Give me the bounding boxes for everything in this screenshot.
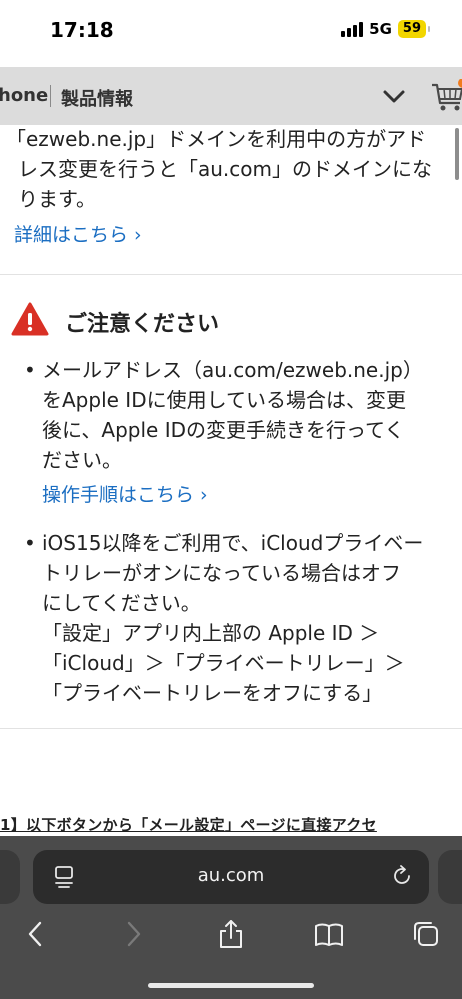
section-divider	[0, 728, 462, 729]
warning-icon	[11, 302, 49, 336]
procedure-link[interactable]: 操作手順はこちら ›	[42, 480, 208, 507]
cart-icon[interactable]	[430, 79, 462, 113]
details-link[interactable]: 詳細はこちら ›	[14, 220, 142, 247]
bullet-icloud-relay: iOS15以降をご利用で、iCloudプライベー トリレーがオンになっている場合…	[42, 528, 447, 708]
tabs-icon[interactable]	[410, 918, 442, 950]
share-icon[interactable]	[215, 918, 247, 950]
header-separator	[50, 85, 51, 107]
bullet-line: 後に、Apple IDの変更手続きを行ってく	[42, 418, 405, 442]
domain-change-notice: 「ezweb.ne.jp」ドメインを利用中の方がアド レス変更を行うと「au.c…	[6, 124, 452, 214]
back-icon[interactable]	[20, 918, 52, 950]
bullet-line: にしてください。	[42, 591, 201, 615]
header-brand[interactable]: hone	[0, 85, 48, 106]
bullet-point: •	[24, 531, 36, 555]
bullet-line: 「プライベートリレーをオフにする」	[42, 681, 383, 705]
bullet-line: トリレーがオンになっている場合はオフ	[42, 561, 401, 585]
signal-icon	[341, 21, 364, 37]
next-tab-preview[interactable]	[438, 850, 462, 904]
bullet-apple-id: メールアドレス（au.com/ezweb.ne.jp） をApple IDに使用…	[42, 355, 447, 475]
scrollbar[interactable]	[455, 128, 459, 180]
battery-nub	[428, 26, 430, 32]
notice-line: ります。	[18, 187, 96, 211]
notice-line: レス変更を行うと「au.com」のドメインにな	[18, 157, 433, 181]
bookmarks-icon[interactable]	[313, 918, 345, 950]
bullet-point: •	[24, 358, 36, 382]
network-label: 5G	[369, 20, 392, 38]
bullet-line: メールアドレス（au.com/ezweb.ne.jp）	[42, 358, 423, 382]
url-text[interactable]: au.com	[33, 865, 429, 886]
reload-icon[interactable]	[390, 864, 414, 888]
status-indicators: 5G 59	[341, 20, 430, 38]
header-section-title[interactable]: 製品情報	[61, 85, 133, 111]
battery-icon: 59	[397, 20, 426, 38]
section-divider	[0, 274, 462, 275]
bullet-line: をApple IDに使用している場合は、変更	[42, 388, 406, 412]
bullet-line: 「iCloud」＞「プライベートリレー」＞	[42, 651, 405, 675]
bullet-line: ださい。	[42, 448, 122, 472]
notice-line: 「ezweb.ne.jp」ドメインを利用中の方がアド	[6, 127, 427, 151]
status-time: 17:18	[50, 18, 114, 42]
status-bar: 17:18 5G 59	[0, 0, 462, 66]
home-indicator[interactable]	[148, 983, 314, 988]
bullet-line: iOS15以降をご利用で、iCloudプライベー	[42, 531, 424, 555]
previous-tab-preview[interactable]	[0, 850, 20, 904]
step-heading[interactable]: 1】以下ボタンから「メール設定」ページに直接アクセ	[0, 814, 462, 835]
forward-icon[interactable]	[117, 918, 149, 950]
warning-title: ご注意ください	[65, 312, 220, 337]
bullet-line: 「設定」アプリ内上部の Apple ID ＞	[42, 621, 380, 645]
step-heading-text[interactable]: 1】以下ボタンから「メール設定」ページに直接アクセ	[0, 816, 377, 834]
chevron-down-icon[interactable]	[381, 83, 407, 109]
